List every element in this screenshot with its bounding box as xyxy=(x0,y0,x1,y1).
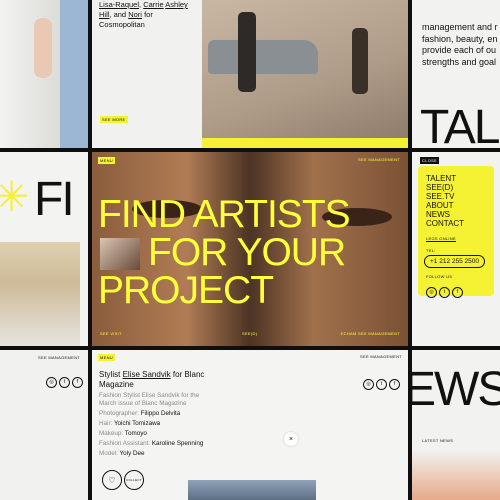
yellow-bar xyxy=(202,138,408,148)
see-more-button[interactable]: SEE MORE xyxy=(100,116,128,123)
hero-tile: MENU SEE MANAGEMENT FIND ARTISTS FOR YOU… xyxy=(92,152,408,346)
hero-headline-line-1: FIND ARTISTS xyxy=(98,193,351,236)
car-shape xyxy=(208,40,318,74)
credit-name: Yoichi Tomizawa xyxy=(113,420,161,427)
instagram-icon[interactable]: ◎ xyxy=(363,378,374,390)
article-brand[interactable]: SEE MANAGEMENT xyxy=(360,354,402,359)
blonde-model-photo xyxy=(0,242,80,346)
credit-row: Fashion Assistant: Karoline Spenning xyxy=(99,439,203,449)
credits-text: Lisa-Raquel, Carrie Ashley Hill, and Nor… xyxy=(99,0,188,29)
credit-name-2[interactable]: Carrie xyxy=(143,0,163,9)
menu-item-contact[interactable]: CONTACT xyxy=(426,219,464,228)
publication: Cosmopolitan xyxy=(99,20,145,29)
talent-big-word: TAL xyxy=(420,101,500,149)
credit-role: Makeup: xyxy=(99,430,124,437)
menu-card: TALENT SEE(D) SEE.TV ABOUT NEWS CONTACT … xyxy=(418,166,494,298)
collect-button[interactable]: COLLECT xyxy=(124,470,144,490)
credit-role: Model: xyxy=(99,450,118,457)
model-figure-2 xyxy=(352,28,368,94)
left-big-letters: FI xyxy=(34,173,75,226)
article-close-button[interactable]: × xyxy=(284,432,298,446)
model-figure-1 xyxy=(238,12,256,92)
menu-item-talent[interactable]: TALENT xyxy=(426,174,464,183)
credit-row: Makeup: Tomoyo xyxy=(99,429,203,439)
tile-bottom-left: SEE MANAGEMENT ◎ t f xyxy=(0,350,88,500)
credit-row: Hair: Yoichi Tomizawa xyxy=(99,419,203,429)
collect-label: COLLECT xyxy=(126,478,142,482)
about-line-4: strengths and goal xyxy=(422,56,497,67)
phone-button[interactable]: +1 212 255 2500 xyxy=(424,255,485,268)
credit-row: Model: Yoly Dee xyxy=(99,449,203,459)
menu-social: ◎ t f xyxy=(426,280,465,298)
tile-menu-panel: CLOSE TALENT SEE(D) SEE.TV ABOUT NEWS CO… xyxy=(412,152,500,346)
close-icon: × xyxy=(288,435,294,443)
hero-headline-line-3: PROJECT xyxy=(98,269,274,312)
menu-item-about[interactable]: ABOUT xyxy=(426,201,464,210)
asterisk-icon: ✳ xyxy=(0,173,30,220)
menu-nav: TALENT SEE(D) SEE.TV ABOUT NEWS CONTACT xyxy=(426,174,464,228)
facebook-icon[interactable]: f xyxy=(389,378,400,390)
credit-connector: , and xyxy=(109,10,127,19)
about-line-2: fashion, beauty, en xyxy=(422,33,498,44)
article-photo xyxy=(188,480,316,500)
article-credits: Photographer: Filippo Delvita Hair: Yoic… xyxy=(99,409,203,459)
news-big-word: EWS xyxy=(412,363,500,416)
menu-email-link[interactable]: LEGS ONLINE xyxy=(426,236,456,241)
menu-item-seetv[interactable]: SEE.TV xyxy=(426,192,464,201)
tile-news: EWS LATEST NEWS xyxy=(412,350,500,500)
twitter-icon[interactable]: t xyxy=(439,286,450,298)
bottom-left-brand[interactable]: SEE MANAGEMENT xyxy=(38,355,80,360)
instagram-icon[interactable]: ◎ xyxy=(426,286,437,298)
tile-credits-cosmo: Lisa-Raquel, Carrie Ashley Hill, and Nor… xyxy=(92,0,408,148)
facebook-icon[interactable]: f xyxy=(72,376,83,388)
credit-name-1[interactable]: Lisa-Raquel xyxy=(99,0,139,9)
hero-footer-mid[interactable]: SEE(D) xyxy=(242,331,257,336)
model-arm xyxy=(34,18,52,78)
bottom-left-social: ◎ t f xyxy=(46,370,85,388)
article-title-pre: Stylist xyxy=(99,370,121,379)
heart-icon: ♡ xyxy=(108,475,116,485)
twitter-icon[interactable]: t xyxy=(376,378,387,390)
about-text: management and r fashion, beauty, en pro… xyxy=(422,22,498,68)
tile-about-snippet: management and r fashion, beauty, en pro… xyxy=(412,0,500,148)
credit-name: Yoly Dee xyxy=(119,450,145,457)
news-photo xyxy=(412,450,500,500)
twitter-icon[interactable]: t xyxy=(59,376,70,388)
close-button[interactable]: CLOSE xyxy=(420,157,440,164)
menu-tel-label: TEL: xyxy=(426,248,436,253)
hero-footer-right[interactable]: ECHAM SEE MANAGEMENT xyxy=(341,331,400,336)
credit-role: Hair: xyxy=(99,420,113,427)
like-button[interactable]: ♡ xyxy=(102,470,122,490)
about-line-1: management and r xyxy=(422,22,498,32)
article-title: Stylist Elise Sandvik for Blanc Magazine xyxy=(99,370,219,390)
article-social: ◎ t f xyxy=(363,372,402,390)
credit-role: Fashion Assistant: xyxy=(99,440,151,447)
credit-name: Filippo Delvita xyxy=(140,410,181,417)
hero-headline-line-2: FOR YOUR xyxy=(148,231,346,274)
credit-name: Karoline Spenning xyxy=(151,440,204,447)
tile-article: MENU SEE MANAGEMENT Stylist Elise Sandvi… xyxy=(92,350,408,500)
about-line-3: provide each of ou xyxy=(422,45,497,55)
credit-name: Tomoyo xyxy=(124,430,147,437)
follow-label: FOLLOW US xyxy=(426,274,453,279)
article-title-name[interactable]: Elise Sandvik xyxy=(123,370,171,379)
car-photo xyxy=(202,0,408,138)
facebook-icon[interactable]: f xyxy=(452,286,463,298)
menu-item-news[interactable]: NEWS xyxy=(426,210,464,219)
hero-menu-button[interactable]: MENU xyxy=(98,157,115,164)
menu-item-seed[interactable]: SEE(D) xyxy=(426,183,464,192)
latest-news-label[interactable]: LATEST NEWS xyxy=(422,438,453,443)
instagram-icon[interactable]: ◎ xyxy=(46,376,57,388)
credit-name-4[interactable]: Nori xyxy=(128,10,142,19)
hero-footer-left[interactable]: SEE VISIT xyxy=(100,331,122,336)
credit-row: Photographer: Filippo Delvita xyxy=(99,409,203,419)
tile-left-mid: ✳ FI xyxy=(0,152,88,346)
credit-role: Photographer: xyxy=(99,410,139,417)
tile-top-left-photo xyxy=(0,0,88,148)
hero-brand[interactable]: SEE MANAGEMENT xyxy=(358,157,400,162)
article-menu-button[interactable]: MENU xyxy=(98,354,115,361)
article-desc: Fashion Stylist Elise Sandvik for the Ma… xyxy=(99,392,200,407)
credit-for: for xyxy=(144,10,153,19)
hero-headline: FIND ARTISTS FOR YOUR PROJECT xyxy=(98,193,351,312)
